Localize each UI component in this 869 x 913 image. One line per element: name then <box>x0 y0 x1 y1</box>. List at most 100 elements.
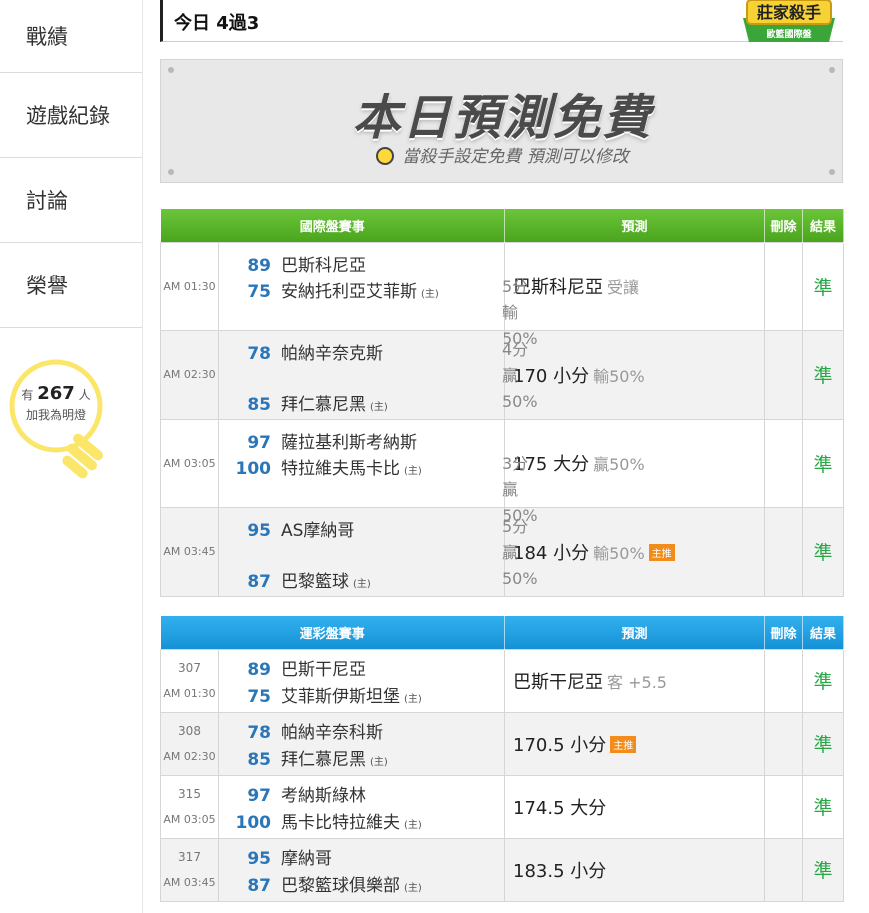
banker-killer-badge: 莊家殺手 歐籃國際盤 <box>739 0 839 50</box>
prediction-cell: 巴斯干尼亞客 +5.5 <box>504 648 766 713</box>
delete-cell <box>764 648 804 713</box>
home-score: 100 <box>235 458 272 479</box>
home-mark: (主) <box>404 882 422 894</box>
lightbulb-widget[interactable]: 有 267 人 加我為明燈 <box>6 358 118 483</box>
away-team-line: 78 帕納辛奈克斯 <box>233 339 383 364</box>
game-number: 308 <box>178 723 201 738</box>
matchup-cell: 78 帕納辛奈克斯 85 拜仁慕尼黑 (主) 4分贏 50% <box>217 329 538 420</box>
matchup-cell: 97 薩拉基利斯考納斯 100 特拉維夫馬卡比 (主) 3分贏 50% <box>217 418 538 525</box>
featured-tag: 主推 <box>610 735 637 753</box>
prediction-odds: 輸50% <box>593 366 645 386</box>
prediction-main: 巴斯干尼亞 <box>513 671 604 693</box>
home-score: 100 <box>235 812 272 833</box>
col-header-prediction: 預測 <box>504 616 766 649</box>
spread-line: 5分贏 <box>502 516 529 562</box>
prediction-odds: 贏50% <box>593 455 645 474</box>
prediction-cell: 巴斯科尼亞 受讓 <box>504 241 766 331</box>
home-team: 巴黎籃球 <box>281 571 349 592</box>
intl-games-table: 國際盤賽事 預測 刪除 結果 AM 01:30 89 巴斯科尼亞 75 安納托利亞艾… <box>160 209 845 597</box>
featured-tag: 主推 <box>648 543 675 561</box>
home-mark: (主) <box>370 756 388 768</box>
home-team-line: 100 特拉維夫馬卡比 (主) <box>233 454 422 479</box>
game-time: AM 01:30 <box>160 241 219 331</box>
sidebar: 戰績 遊戲紀錄 討論 榮譽 有 267 人 加我為明燈 <box>0 0 143 913</box>
screw-icon <box>829 67 835 73</box>
sidebar-item-honor[interactable]: 榮譽 <box>0 243 142 328</box>
prediction-cell: 184 小分 輸50% 主推 <box>504 506 766 597</box>
table-row: AM 03:45 95 AS摩納哥 87 巴黎籃球 (主) 5分贏 50% 184 小分… <box>160 506 845 597</box>
away-score: 97 <box>247 785 271 806</box>
game-time: AM 03:45 <box>163 875 216 889</box>
spread-line: 5分輸 <box>502 276 529 322</box>
matchup-cell: 78 帕納辛奈科斯 85 拜仁慕尼黑 (主) <box>217 711 506 776</box>
today-header: 今日 4過3 莊家殺手 歐籃國際盤 <box>160 0 843 42</box>
result-cell: 準 <box>802 711 845 776</box>
bulb-caption: 加我為明燈 <box>25 408 86 422</box>
home-score: 75 <box>247 281 271 302</box>
away-team-line: 97 薩拉基利斯考納斯 <box>233 428 417 453</box>
spread-pct: 50% <box>502 568 538 588</box>
result-cell: 準 <box>802 241 845 331</box>
game-time: AM 02:30 <box>163 749 216 763</box>
prediction-cell: 170.5 小分 主推 <box>504 711 766 776</box>
prediction-cell: 174.5 大分 <box>504 774 766 839</box>
table-row: AM 03:05 97 薩拉基利斯考納斯 100 特拉維夫馬卡比 (主) 3分贏 50%… <box>160 418 845 525</box>
game-time: AM 03:45 <box>160 506 219 597</box>
home-team: 馬卡比特拉維夫 <box>281 812 400 833</box>
table-row: 308 AM 02:30 78 帕納辛奈科斯 85 拜仁慕尼黑 (主) 170.5 小分… <box>160 711 845 776</box>
banner-title: 本日預測免費 <box>352 90 653 146</box>
matchup-cell: 89 巴斯科尼亞 75 安納托利亞艾菲斯 (主) 5分輸 50% <box>217 241 538 348</box>
free-prediction-banner: 本日預測免費 當殺手設定免費 預測可以修改 <box>160 59 843 183</box>
home-score: 87 <box>247 875 271 896</box>
sidebar-item-record[interactable]: 戰績 <box>0 0 142 73</box>
home-team: 巴黎籃球俱樂部 <box>281 875 400 896</box>
spread-pct: 50% <box>502 391 538 411</box>
home-team: 特拉維夫馬卡比 <box>281 458 400 479</box>
sidebar-item-game-history[interactable]: 遊戲紀錄 <box>0 73 142 158</box>
col-header-result: 結果 <box>802 209 845 242</box>
game-number-time: 308 AM 02:30 <box>160 711 219 776</box>
delete-cell <box>764 711 804 776</box>
game-number-time: 317 AM 03:45 <box>160 837 219 902</box>
away-score: 89 <box>247 255 271 276</box>
game-number-time: 315 AM 03:05 <box>160 774 219 839</box>
home-mark: (主) <box>353 578 371 590</box>
result-cell: 準 <box>802 506 845 597</box>
delete-cell <box>764 506 804 597</box>
away-team: 帕納辛奈科斯 <box>281 722 383 743</box>
game-number: 307 <box>178 660 201 675</box>
lightbulb-icon <box>376 147 395 165</box>
home-score: 87 <box>247 571 271 592</box>
today-summary: 今日 4過3 <box>174 13 260 34</box>
home-team-line: 75 艾菲斯伊斯坦堡 (主) <box>233 682 421 707</box>
badge-emblem-icon: 莊家殺手 歐籃國際盤 <box>743 0 835 42</box>
home-team-line: 85 拜仁慕尼黑 (主) <box>233 745 388 770</box>
away-team-line: 89 巴斯科尼亞 <box>233 251 366 276</box>
home-mark: (主) <box>404 819 422 831</box>
away-team-line: 97 考納斯綠林 <box>233 781 366 806</box>
game-time: AM 03:05 <box>160 418 219 508</box>
away-team: 摩納哥 <box>281 848 332 869</box>
game-time: AM 01:30 <box>163 686 216 700</box>
away-team: 考納斯綠林 <box>281 785 366 806</box>
banner-subtitle: 當殺手設定免費 預測可以修改 <box>402 147 629 167</box>
bulb-prefix: 有 <box>21 388 34 402</box>
result-cell: 準 <box>802 329 845 420</box>
home-score: 75 <box>247 686 271 707</box>
sidebar-item-label: 遊戲紀錄 <box>26 104 110 128</box>
table-row: 317 AM 03:45 95 摩納哥 87 巴黎籃球俱樂部 (主) 183.5 小分 … <box>160 837 845 902</box>
matchup-cell: 95 摩納哥 87 巴黎籃球俱樂部 (主) <box>217 837 506 902</box>
spread-line: 4分贏 <box>502 339 529 385</box>
away-team: 巴斯干尼亞 <box>281 659 366 680</box>
away-score: 89 <box>247 659 271 680</box>
delete-cell <box>764 774 804 839</box>
away-team-line: 78 帕納辛奈科斯 <box>233 718 383 743</box>
away-score: 95 <box>247 848 271 869</box>
away-team-line: 95 摩納哥 <box>233 844 332 869</box>
sidebar-item-discussion[interactable]: 討論 <box>0 158 142 243</box>
delete-cell <box>764 418 804 508</box>
matchup-cell: 89 巴斯干尼亞 75 艾菲斯伊斯坦堡 (主) <box>217 648 506 713</box>
game-time: AM 03:05 <box>163 812 216 826</box>
col-header-lottery: 運彩盤賽事 <box>160 616 506 649</box>
prediction-cell: 183.5 小分 <box>504 837 766 902</box>
